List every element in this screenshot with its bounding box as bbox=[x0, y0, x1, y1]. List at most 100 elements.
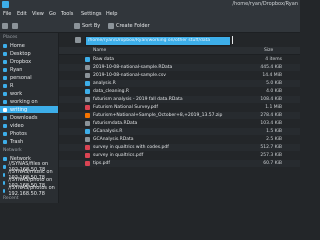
file-row[interactable]: Raw data 4 items bbox=[59, 56, 300, 63]
file-name: 2019-10-08-national-sample.csv bbox=[93, 73, 166, 78]
home-icon bbox=[3, 43, 7, 48]
file-name: Futurism National Survey.pdf bbox=[93, 105, 158, 110]
places-header: Places bbox=[3, 35, 18, 40]
file-icon bbox=[85, 121, 90, 126]
sidebar-item-work[interactable]: work bbox=[0, 90, 58, 97]
column-headers: Name Size bbox=[59, 47, 300, 55]
file-name: Futurism+National+Sample_October+8,+2019… bbox=[93, 113, 223, 118]
file-icon bbox=[85, 145, 90, 150]
file-name: futurism analysis - 2019 fall data.RData bbox=[93, 97, 183, 102]
file-row[interactable]: futurismdata.RData 103.4 KiB bbox=[59, 120, 300, 127]
file-icon bbox=[85, 129, 90, 134]
file-row[interactable]: 2019-10-08-national-sample.RData 445.4 Ki… bbox=[59, 64, 300, 71]
sidebar-item-r[interactable]: R bbox=[0, 82, 58, 89]
menu-help[interactable]: Help bbox=[106, 11, 117, 17]
file-icon bbox=[85, 113, 90, 118]
sidebar-item-desktop[interactable]: Desktop bbox=[0, 50, 58, 57]
sidebar-item-photos[interactable]: Photos bbox=[0, 130, 58, 137]
file-row[interactable]: tips.pdf 60.7 KiB bbox=[59, 160, 300, 167]
file-view: /home/ryan/Dropbox/Ryan/working on/other… bbox=[59, 33, 300, 203]
folder-icon bbox=[3, 107, 7, 112]
file-size: 278.4 KiB bbox=[260, 113, 282, 118]
sidebar-item-dropbox[interactable]: Dropbox bbox=[0, 58, 58, 65]
sidebar: Places Home Desktop Dropbox Ryan persona… bbox=[0, 33, 59, 203]
download-icon bbox=[3, 115, 7, 120]
file-size: 257.3 KiB bbox=[260, 153, 282, 158]
file-row[interactable]: analysis.R 5.0 KiB bbox=[59, 80, 300, 87]
file-row[interactable]: survey in qualtrics.pdf 257.3 KiB bbox=[59, 152, 300, 159]
create-folder-label: Create Folder bbox=[116, 23, 150, 29]
file-row[interactable]: GCanalysis.R 1.5 KiB bbox=[59, 128, 300, 135]
create-folder-button[interactable]: Create Folder bbox=[108, 22, 150, 30]
location-input[interactable]: /home/ryan/Dropbox/Ryan/working on/other… bbox=[88, 38, 228, 43]
file-name: data_cleaning.R bbox=[93, 89, 130, 94]
folder-path-icon bbox=[75, 37, 81, 43]
file-name: survey in qualtrics with codes.pdf bbox=[93, 145, 169, 150]
file-row[interactable]: data_cleaning.R 4.0 KiB bbox=[59, 88, 300, 95]
file-row[interactable]: survey in qualtrics with codes.pdf 512.7 … bbox=[59, 144, 300, 151]
sidebar-item-trash[interactable]: Trash bbox=[0, 138, 58, 145]
file-icon bbox=[85, 89, 90, 94]
menu-go[interactable]: Go bbox=[49, 11, 56, 17]
back-icon bbox=[2, 23, 8, 29]
file-icon bbox=[85, 161, 90, 166]
photo-icon bbox=[3, 131, 7, 136]
file-row[interactable]: 2019-10-08-national-sample.csv 14.4 MiB bbox=[59, 72, 300, 79]
sidebar-item-working-on[interactable]: working on bbox=[0, 98, 58, 105]
file-row[interactable]: Futurism+National+Sample_October+8,+2019… bbox=[59, 112, 300, 119]
file-size: 445.4 KiB bbox=[260, 65, 282, 70]
sidebar-item-ryan[interactable]: Ryan bbox=[0, 66, 58, 73]
sidebar-item-synas-photos[interactable]: //SYNAS/photos on 192.168.50.78 bbox=[0, 185, 58, 197]
file-icon bbox=[85, 137, 90, 142]
file-size: 512.7 KiB bbox=[260, 145, 282, 150]
file-icon bbox=[85, 65, 90, 70]
column-name[interactable]: Name bbox=[93, 48, 106, 53]
file-icon bbox=[85, 73, 90, 78]
file-icon bbox=[85, 81, 90, 86]
menu-edit[interactable]: Edit bbox=[17, 11, 27, 17]
video-icon bbox=[3, 123, 7, 128]
file-size: 2.5 KiB bbox=[266, 137, 282, 142]
new-folder-icon bbox=[108, 23, 114, 29]
window-title: /home/ryan/Dropbox/Ryan bbox=[232, 1, 298, 7]
file-name: 2019-10-08-national-sample.RData bbox=[93, 65, 173, 70]
file-size: 4.0 KiB bbox=[266, 89, 282, 94]
file-name: tips.pdf bbox=[93, 161, 110, 166]
file-icon bbox=[85, 97, 90, 102]
sort-by-button[interactable]: Sort By bbox=[74, 22, 100, 30]
column-size[interactable]: Size bbox=[264, 48, 273, 53]
forward-icon bbox=[12, 23, 18, 29]
forward-button[interactable] bbox=[12, 22, 20, 30]
file-manager-window: /home/ryan/Dropbox/Ryan File Edit View G… bbox=[0, 0, 300, 203]
menu-settings[interactable]: Settings bbox=[81, 11, 102, 17]
network-share-icon bbox=[3, 164, 6, 169]
sidebar-item-video[interactable]: video bbox=[0, 122, 58, 129]
file-row[interactable]: GCAnalysis.RData 2.5 KiB bbox=[59, 136, 300, 143]
trash-icon bbox=[3, 139, 7, 144]
folder-icon bbox=[3, 91, 7, 96]
network-share-icon bbox=[3, 180, 6, 185]
sidebar-item-downloads[interactable]: Downloads bbox=[0, 114, 58, 121]
file-row[interactable]: Futurism National Survey.pdf 1.1 MiB bbox=[59, 104, 300, 111]
file-size: 4 items bbox=[265, 57, 282, 62]
file-icon bbox=[85, 153, 90, 158]
menu-tools[interactable]: Tools bbox=[61, 11, 73, 17]
menu-file[interactable]: File bbox=[3, 11, 11, 17]
file-name: GCanalysis.R bbox=[93, 129, 123, 134]
file-name: survey in qualtrics.pdf bbox=[93, 153, 144, 158]
file-size: 108.4 KiB bbox=[260, 97, 282, 102]
back-button[interactable] bbox=[2, 22, 10, 30]
location-bar[interactable]: /home/ryan/Dropbox/Ryan/working on/other… bbox=[85, 36, 231, 46]
menubar: File Edit View Go Tools Settings Help bbox=[0, 9, 300, 19]
sidebar-item-personal[interactable]: personal bbox=[0, 74, 58, 81]
file-icon bbox=[85, 105, 90, 110]
file-row[interactable]: futurism analysis - 2019 fall data.RData… bbox=[59, 96, 300, 103]
sidebar-item-home[interactable]: Home bbox=[0, 42, 58, 49]
file-name: futurismdata.RData bbox=[93, 121, 138, 126]
sidebar-item-writing[interactable]: writing bbox=[0, 106, 58, 113]
folder-icon bbox=[3, 83, 7, 88]
recent-header: Recent bbox=[3, 196, 19, 201]
menu-view[interactable]: View bbox=[32, 11, 44, 17]
folder-icon bbox=[3, 59, 7, 64]
sort-by-label: Sort By bbox=[82, 23, 101, 29]
